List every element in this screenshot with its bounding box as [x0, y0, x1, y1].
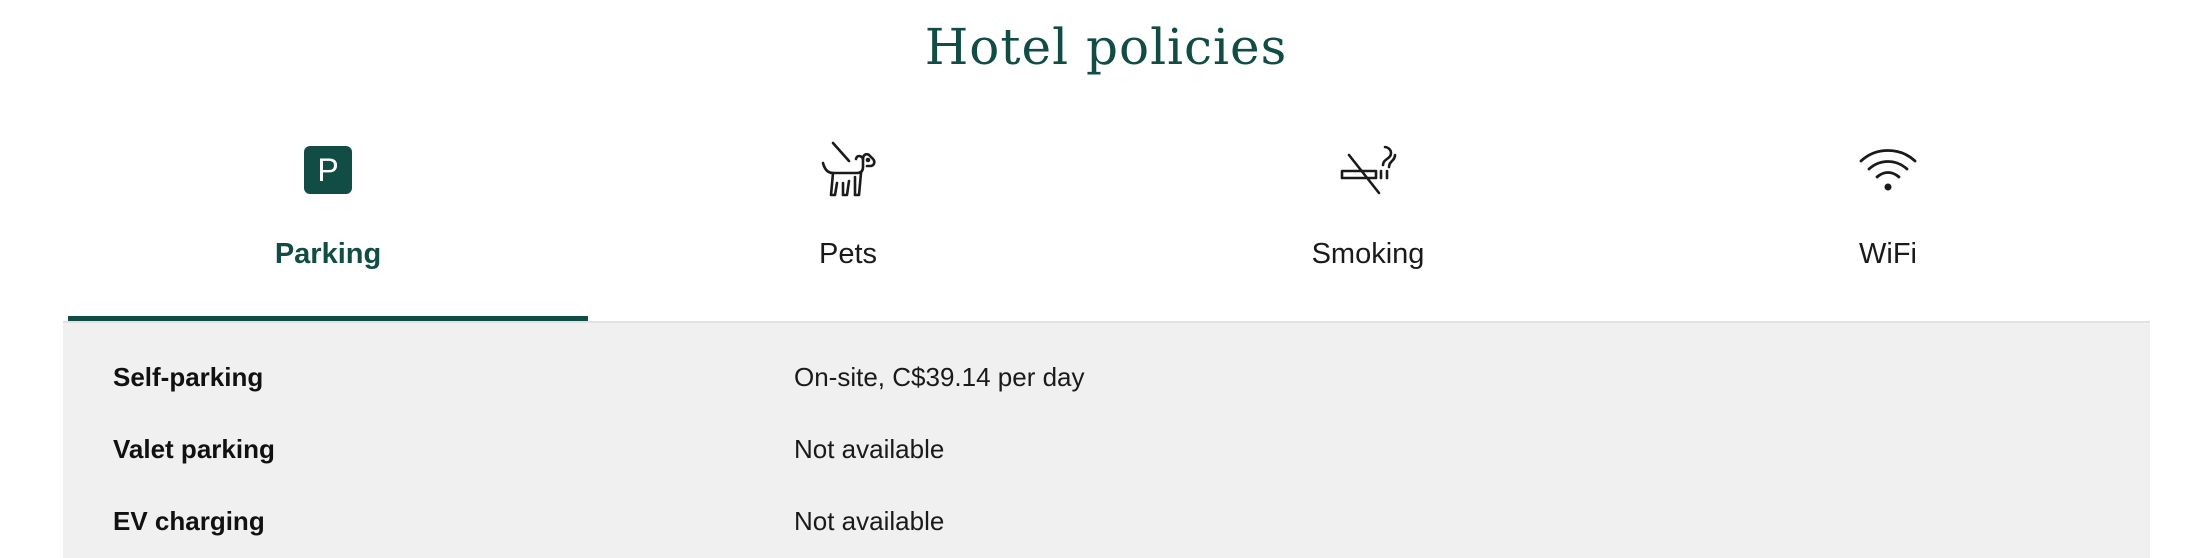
tab-wifi[interactable]: WiFi	[1628, 130, 2148, 322]
wifi-icon	[1858, 140, 1918, 200]
tab-label: Smoking	[1311, 238, 1425, 270]
page-title: Hotel policies	[924, 18, 1288, 76]
tab-label: Parking	[274, 238, 382, 270]
detail-value: On-site, C$39.14 per day	[794, 362, 1085, 392]
detail-name: Self-parking	[113, 362, 264, 392]
svg-text:P: P	[317, 152, 338, 188]
detail-value: Not available	[794, 434, 945, 464]
no-smoking-icon	[1338, 140, 1398, 200]
tab-pets[interactable]: Pets	[588, 130, 1108, 322]
detail-name: Valet parking	[113, 434, 275, 464]
tab-label: Pets	[818, 238, 878, 270]
policy-tabs: P Parking Pets Smoking WiFi	[68, 130, 2148, 322]
detail-name: EV charging	[113, 506, 265, 536]
parking-icon: P	[298, 140, 358, 200]
tab-parking[interactable]: P Parking	[68, 130, 588, 322]
detail-row-ev-charging: EV charging Not available	[63, 485, 2150, 557]
dog-on-leash-icon	[818, 140, 878, 200]
parking-details-panel: Self-parking On-site, C$39.14 per day Va…	[63, 323, 2150, 558]
tab-smoking[interactable]: Smoking	[1108, 130, 1628, 322]
detail-value: Not available	[794, 506, 945, 536]
detail-row-self-parking: Self-parking On-site, C$39.14 per day	[63, 341, 2150, 413]
detail-row-valet-parking: Valet parking Not available	[63, 413, 2150, 485]
tab-label: WiFi	[1859, 238, 1917, 270]
